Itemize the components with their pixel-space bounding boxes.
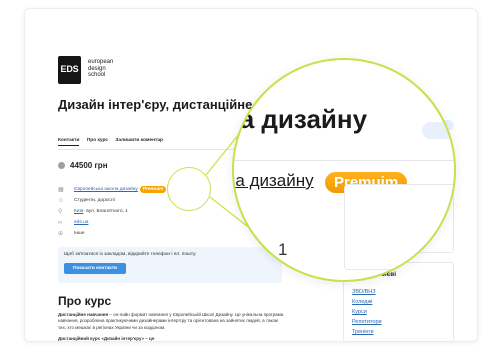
magnifier-source-ring	[167, 167, 211, 211]
lens-title: на дизайну	[232, 104, 368, 134]
magnifier-lens: на дизайну на дизайну Premuim 1	[232, 58, 456, 282]
lens-side-box	[344, 184, 454, 270]
lens-number: 1	[278, 240, 288, 259]
lens-school-link: на дизайну	[232, 171, 314, 190]
lens-divider	[234, 160, 454, 161]
lens-save-button	[422, 122, 454, 139]
